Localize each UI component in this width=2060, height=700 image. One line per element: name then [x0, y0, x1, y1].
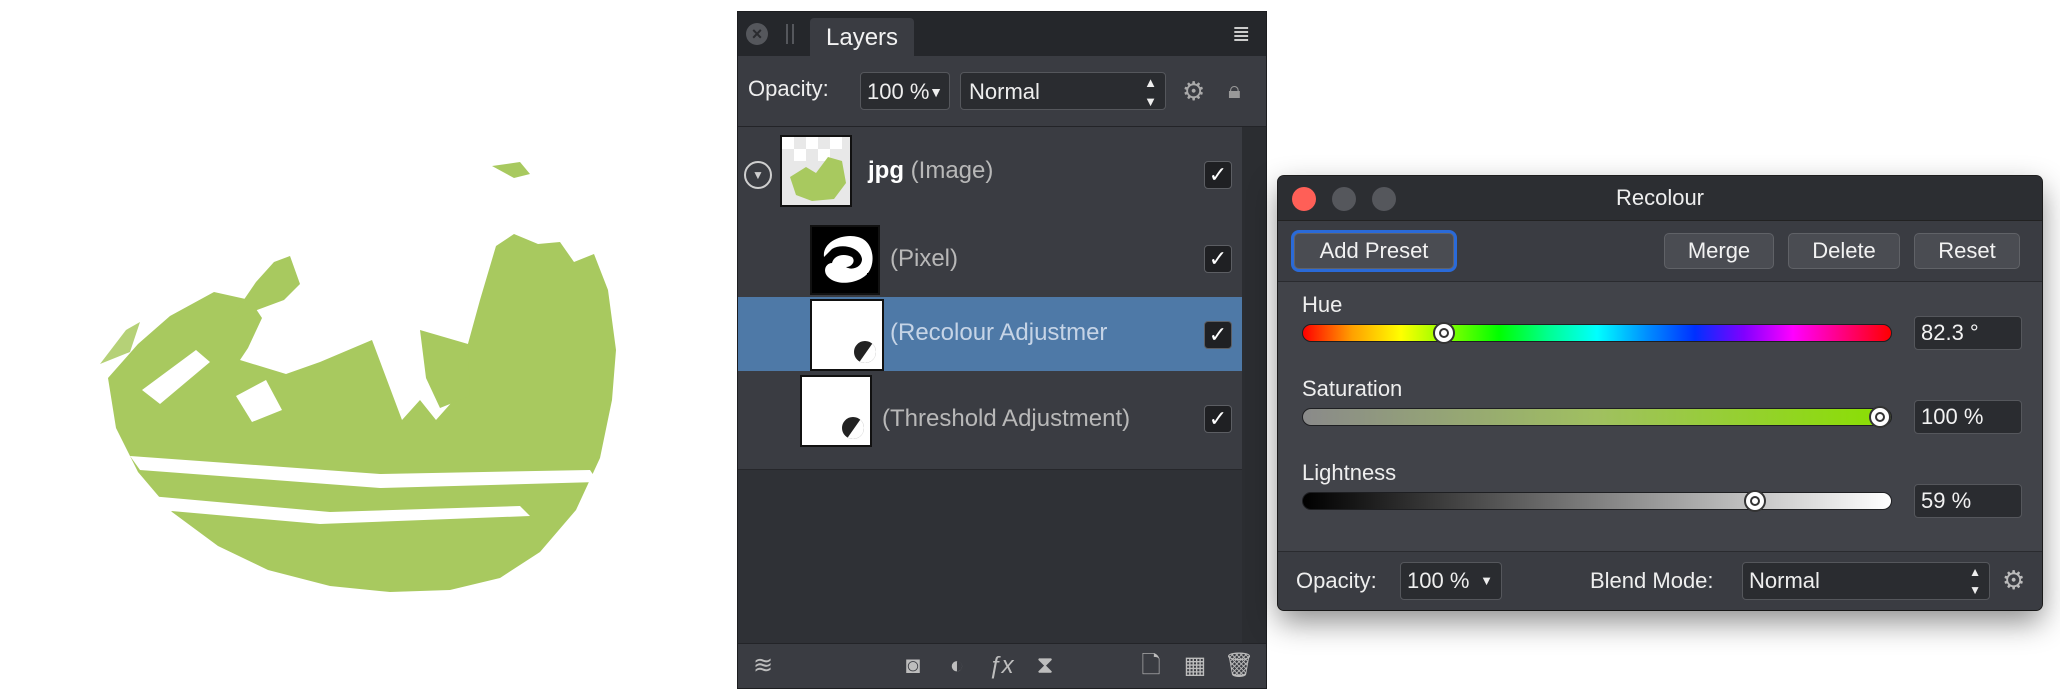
visibility-checkbox[interactable]: ✓	[1204, 245, 1232, 273]
layer-type: (Threshold Adjustment)	[882, 405, 1131, 432]
layer-row-image[interactable]: ▼ jpg (Image) ✓	[738, 127, 1242, 224]
saturation-slider[interactable]	[1302, 406, 1892, 428]
layers-bottom-toolbar: ≋ ◙ ◐ ƒx ⧗ 🗋︎ ▦ 🗑︎	[738, 643, 1266, 688]
layers-tabbar: × Layers ≣	[738, 12, 1266, 56]
tab-layers[interactable]: Layers	[810, 18, 915, 56]
add-preset-button[interactable]: Add Preset	[1294, 233, 1454, 269]
mask-layer-icon[interactable]: ◙	[898, 652, 928, 680]
layer-name: jpg	[868, 157, 904, 184]
layers-stack-icon[interactable]: ≋	[748, 652, 778, 680]
adjustment-icon[interactable]: ◐	[942, 652, 972, 680]
adjustment-thumbnail	[810, 299, 884, 371]
updown-arrows-icon: ▲ ▼	[1144, 75, 1157, 109]
dialog-titlebar: Recolour	[1278, 176, 2042, 221]
layer-row-threshold-adjustment[interactable]: (Threshold Adjustment) ✓	[738, 371, 1242, 470]
saturation-value-field[interactable]: 100 %	[1914, 400, 2022, 434]
layer-list: ▼ jpg (Image) ✓ (Pixel) ✓ (Recolour Adju…	[738, 127, 1242, 657]
blend-mode-select[interactable]: Normal ▲ ▼	[1742, 562, 1990, 600]
layer-type: (Recolour Adjustmer	[890, 319, 1108, 346]
maximize-button[interactable]	[1372, 187, 1396, 211]
opacity-value: 100 %	[867, 79, 930, 104]
reset-button[interactable]: Reset	[1914, 233, 2020, 269]
checkerboard-icon[interactable]: ▦	[1180, 652, 1210, 680]
dialog-footer: Opacity: 100 % ▼ Blend Mode: Normal ▲ ▼ ⚙	[1278, 551, 2042, 610]
grip-handle-icon[interactable]	[786, 24, 794, 44]
footer-opacity-value: 100 %	[1407, 568, 1470, 593]
layers-scrollbar[interactable]	[1242, 127, 1266, 657]
caret-down-icon: ▼	[1480, 573, 1493, 588]
close-panel-icon[interactable]: ×	[746, 23, 768, 45]
delete-button[interactable]: Delete	[1788, 233, 1900, 269]
blend-mode-value: Normal	[1749, 568, 1820, 593]
footer-opacity-field[interactable]: 100 % ▼	[1400, 562, 1502, 600]
recolour-dialog: Recolour Add Preset Merge Delete Reset H…	[1278, 176, 2042, 610]
blend-mode-select[interactable]: Normal ▲ ▼	[960, 72, 1166, 110]
fx-icon[interactable]: ƒx	[986, 652, 1016, 680]
updown-arrows-icon: ▲ ▼	[1969, 565, 1981, 597]
sliders-section: Hue 82.3 ° Saturation 100 % Lightness 59…	[1278, 282, 2042, 552]
lightness-slider-knob[interactable]	[1744, 490, 1766, 512]
adjustment-icon	[840, 415, 866, 441]
layer-type: (Image)	[910, 157, 994, 184]
visibility-checkbox[interactable]: ✓	[1204, 161, 1232, 189]
layers-panel: × Layers ≣ Opacity: 100 % ▼ Normal ▲ ▼ ⚙ …	[738, 12, 1266, 688]
layer-row-recolour-adjustment[interactable]: (Recolour Adjustmer ✓	[738, 297, 1242, 372]
pixel-mask-thumbnail	[810, 225, 880, 295]
visibility-checkbox[interactable]: ✓	[1204, 405, 1232, 433]
preset-button-row: Add Preset Merge Delete Reset	[1278, 221, 2042, 282]
image-thumbnail-graphic	[782, 137, 850, 205]
close-button[interactable]	[1292, 187, 1316, 211]
layer-thumbnail	[780, 135, 852, 207]
layer-label: jpg (Image)	[868, 157, 993, 185]
hue-slider[interactable]	[1302, 322, 1892, 344]
mask-graphic	[823, 235, 873, 290]
lightness-slider[interactable]	[1302, 490, 1892, 512]
minimize-button[interactable]	[1332, 187, 1356, 211]
opacity-field[interactable]: 100 % ▼	[860, 72, 950, 110]
layer-row-pixel[interactable]: (Pixel) ✓	[738, 223, 1242, 298]
lock-icon[interactable]: 🔒︎	[1228, 76, 1256, 106]
footer-opacity-label: Opacity:	[1296, 568, 1377, 593]
hue-label: Hue	[1302, 292, 1343, 317]
blend-mode-label: Blend Mode:	[1590, 568, 1714, 593]
merge-button[interactable]: Merge	[1664, 233, 1774, 269]
hue-slider-knob[interactable]	[1433, 322, 1455, 344]
canvas-preview	[100, 162, 616, 592]
hue-value-field[interactable]: 82.3 °	[1914, 316, 2022, 350]
adjustment-icon	[852, 339, 878, 365]
expand-toggle-icon[interactable]: ▼	[744, 161, 772, 189]
blend-mode-value: Normal	[969, 79, 1040, 104]
layer-options-bar: Opacity: 100 % ▼ Normal ▲ ▼ ⚙ 🔒︎	[738, 56, 1266, 127]
gear-icon[interactable]: ⚙	[1182, 76, 1212, 106]
adjustment-thumbnail	[800, 375, 872, 447]
live-filter-icon[interactable]: ⧗	[1030, 652, 1060, 680]
visibility-checkbox[interactable]: ✓	[1204, 321, 1232, 349]
caret-down-icon: ▼	[929, 84, 943, 100]
opacity-label: Opacity:	[748, 76, 829, 101]
add-pixel-layer-icon[interactable]: 🗋︎	[1136, 652, 1166, 680]
gear-icon[interactable]: ⚙	[2002, 566, 2030, 594]
trash-icon[interactable]: 🗑︎	[1224, 652, 1254, 680]
panel-menu-icon[interactable]: ≣	[1232, 23, 1258, 45]
saturation-label: Saturation	[1302, 376, 1403, 401]
lightness-label: Lightness	[1302, 460, 1397, 485]
saturation-slider-knob[interactable]	[1869, 406, 1891, 428]
layer-type: (Pixel)	[890, 245, 959, 272]
lightness-value-field[interactable]: 59 %	[1914, 484, 2022, 518]
